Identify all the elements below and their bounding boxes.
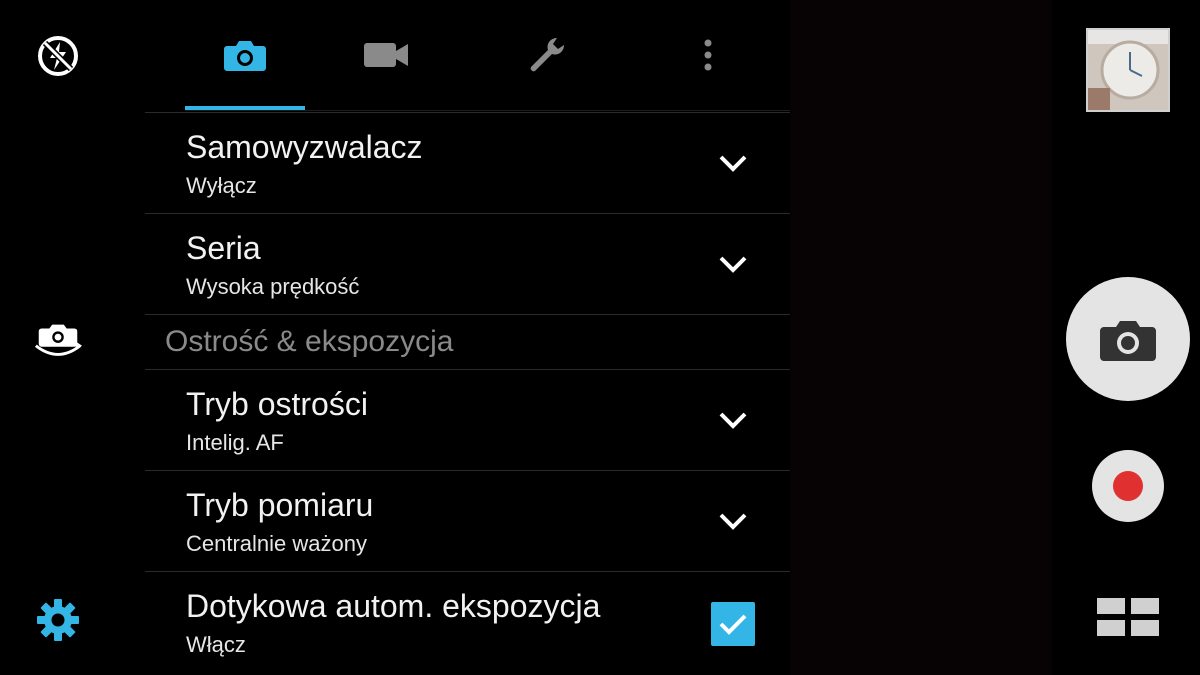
switch-camera-icon — [34, 324, 83, 356]
setting-touch-auto-exposure[interactable]: Dotykowa autom. ekspozycja Włącz — [145, 571, 790, 672]
camera-settings-panel: Samowyzwalacz Wyłącz Seria Wysoka prędko… — [145, 0, 790, 675]
flash-off-button[interactable] — [32, 30, 84, 82]
flash-off-icon — [38, 36, 78, 76]
setting-title: Tryb pomiaru — [186, 487, 374, 523]
section-label: Ostrość & ekspozycja — [165, 325, 454, 358]
setting-value: Wysoka prędkość — [186, 274, 360, 299]
setting-focus-mode[interactable]: Tryb ostrości Intelig. AF — [145, 369, 790, 470]
chevron-down-icon[interactable] — [715, 149, 751, 177]
more-vert-icon — [704, 39, 712, 71]
camera-icon — [224, 41, 266, 71]
setting-value: Włącz — [186, 632, 246, 657]
tab-photo-settings[interactable] — [185, 0, 305, 110]
setting-metering-mode[interactable]: Tryb pomiaru Centralnie ważony — [145, 470, 790, 571]
video-camera-icon — [364, 43, 408, 67]
section-header-focus-exposure: Ostrość & ekspozycja — [145, 314, 790, 370]
gear-icon — [37, 599, 79, 641]
touch-exposure-checkbox[interactable] — [711, 602, 755, 646]
camera-viewfinder[interactable] — [790, 0, 1052, 675]
active-tab-indicator — [185, 106, 305, 110]
grid-modes-icon — [1097, 598, 1159, 636]
tab-more-options[interactable] — [648, 0, 768, 110]
setting-title: Tryb ostrości — [186, 386, 368, 422]
settings-button[interactable] — [32, 594, 84, 646]
chevron-down-icon[interactable] — [715, 406, 751, 434]
camera-modes-button[interactable] — [1097, 598, 1159, 640]
setting-value: Intelig. AF — [186, 430, 284, 455]
shutter-button[interactable] — [1066, 277, 1190, 401]
setting-value: Wyłącz — [186, 173, 257, 198]
record-icon — [1113, 471, 1143, 501]
setting-self-timer[interactable]: Samowyzwalacz Wyłącz — [145, 112, 790, 213]
tab-tools-settings[interactable] — [487, 0, 607, 110]
chevron-down-icon[interactable] — [715, 507, 751, 535]
gallery-thumbnail[interactable] — [1086, 28, 1170, 112]
checkmark-icon — [719, 614, 747, 635]
chevron-down-icon[interactable] — [715, 250, 751, 278]
setting-title: Seria — [186, 230, 261, 266]
left-control-bar — [0, 0, 145, 675]
last-photo-thumbnail — [1088, 30, 1168, 110]
record-video-button[interactable] — [1092, 450, 1164, 522]
setting-burst[interactable]: Seria Wysoka prędkość — [145, 213, 790, 314]
setting-title: Dotykowa autom. ekspozycja — [186, 588, 601, 624]
setting-value: Centralnie ważony — [186, 531, 367, 556]
wrench-icon — [530, 37, 565, 72]
setting-title: Samowyzwalacz — [186, 129, 423, 165]
settings-tab-bar — [185, 0, 790, 111]
camera-icon — [1100, 321, 1156, 361]
tab-video-settings[interactable] — [326, 0, 446, 110]
switch-camera-button[interactable] — [32, 314, 84, 366]
